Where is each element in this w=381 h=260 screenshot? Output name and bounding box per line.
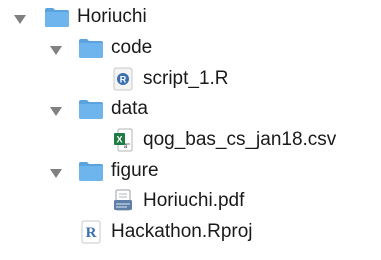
tree-row-figure[interactable]: figure (0, 159, 381, 189)
disclosure-triangle-down-icon[interactable] (50, 107, 62, 116)
folder-icon (79, 100, 103, 119)
folder-icon (45, 8, 69, 27)
rproj-file-icon: R (81, 220, 101, 244)
tree-row-horiuchi[interactable]: Horiuchi (0, 5, 381, 35)
tree-item-label: qog_bas_cs_jan18.csv (143, 129, 337, 150)
tree-item-label: Horiuchi.pdf (143, 190, 245, 211)
tree-row-horiuchi-pdf[interactable]: Horiuchi.pdf (0, 189, 381, 219)
tree-row-code[interactable]: code (0, 36, 381, 66)
tree-item-label: data (111, 98, 148, 119)
folder-icon (79, 39, 103, 58)
svg-text:R: R (86, 225, 97, 241)
tree-item-label: Horiuchi (77, 6, 147, 27)
disclosure-triangle-down-icon[interactable] (50, 169, 62, 178)
svg-text:R: R (120, 75, 127, 85)
disclosure-triangle-down-icon[interactable] (14, 15, 26, 24)
csv-spreadsheet-file-icon: a X (114, 128, 133, 152)
tree-row-hackathon-rproj[interactable]: R Hackathon.Rproj (0, 220, 381, 250)
tree-row-script-1-r[interactable]: R script_1.R (0, 67, 381, 97)
pdf-preview-file-icon (114, 189, 132, 211)
tree-item-label: Hackathon.Rproj (111, 221, 253, 242)
r-script-file-icon: R (113, 67, 133, 91)
tree-row-qog-csv[interactable]: a X qog_bas_cs_jan18.csv (0, 128, 381, 158)
tree-item-label: code (111, 37, 153, 58)
tree-row-data[interactable]: data (0, 97, 381, 127)
folder-icon (79, 162, 103, 181)
tree-item-label: script_1.R (143, 68, 229, 89)
tree-item-label: figure (111, 160, 159, 181)
disclosure-triangle-down-icon[interactable] (50, 46, 62, 55)
svg-text:X: X (116, 135, 122, 145)
file-tree: Horiuchi code R script_1.R data a X qog_… (0, 0, 381, 260)
